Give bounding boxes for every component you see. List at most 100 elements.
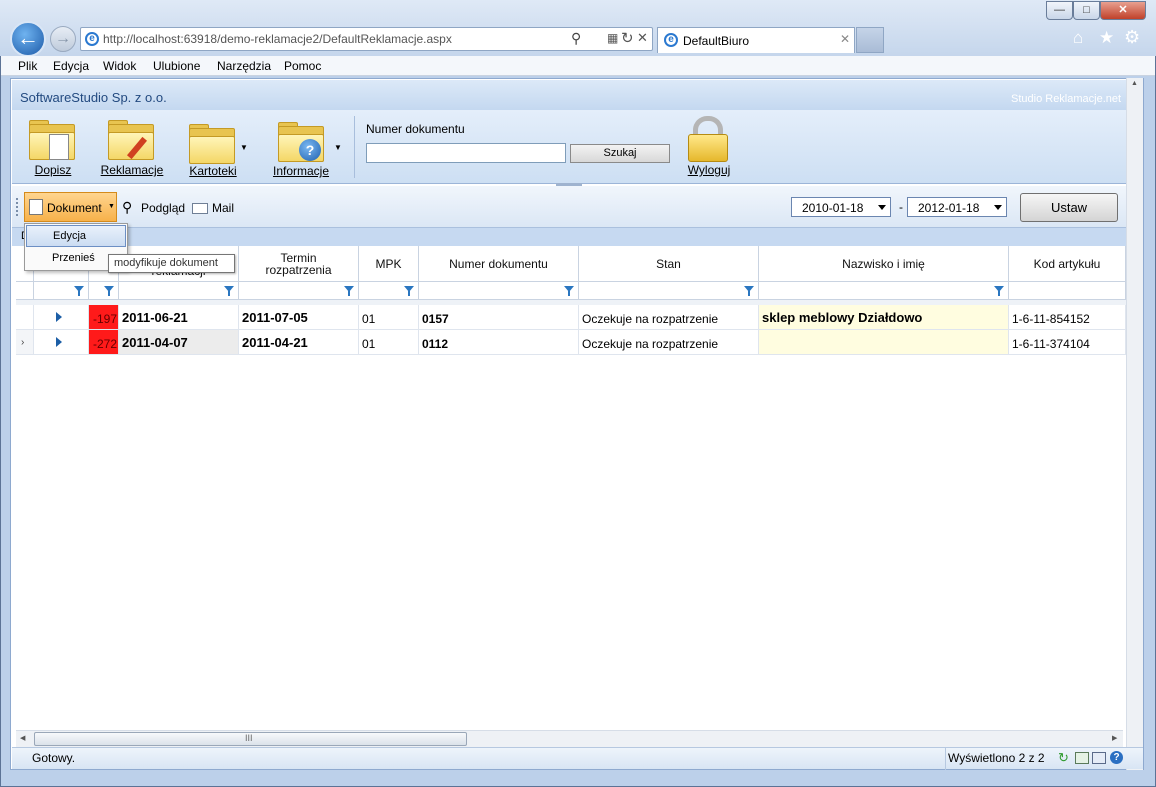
print-icon[interactable] xyxy=(1092,752,1106,764)
menu-item-przenies[interactable]: Przenieś xyxy=(26,249,106,269)
item-code: 1-6-11-374104 xyxy=(1009,330,1126,355)
item-code: 1-6-11-854152 xyxy=(1009,305,1126,330)
brand-label: Studio Reklamacje.net xyxy=(1011,93,1122,105)
mail-icon[interactable] xyxy=(192,203,208,214)
filter-cell[interactable] xyxy=(579,282,759,300)
vertical-scrollbar[interactable]: ▲ ▼ xyxy=(1126,78,1143,770)
status: Oczekuje na rozpatrzenie xyxy=(579,305,759,330)
address-bar[interactable]: e http://localhost:63918/demo-reklamacje… xyxy=(80,27,653,51)
header-item-code[interactable]: Kod artykułu xyxy=(1009,246,1126,282)
stop-icon[interactable]: ✕ xyxy=(637,30,648,46)
filter-cell[interactable] xyxy=(1009,282,1126,300)
refresh-icon[interactable]: ↻ xyxy=(621,29,634,47)
filter-icon[interactable] xyxy=(404,286,414,296)
table-row[interactable]: › -272 2011-04-07 2011-04-21 01 0112 Ocz… xyxy=(16,330,1126,355)
logout-label: Wyloguj xyxy=(687,163,731,177)
reklamacje-button[interactable]: Reklamacje xyxy=(96,118,168,177)
date-to-select[interactable]: 2012-01-18 xyxy=(907,197,1007,217)
document-menu-button[interactable]: Dokument ▼ xyxy=(24,192,117,222)
export-icon[interactable] xyxy=(1075,752,1089,764)
search-button[interactable]: Szukaj xyxy=(570,144,670,163)
filter-icon[interactable] xyxy=(74,286,84,296)
header-mpk[interactable]: MPK xyxy=(359,246,419,282)
home-icon[interactable]: ⌂ xyxy=(1073,28,1083,48)
folder-icon xyxy=(189,124,235,164)
filter-icon[interactable] xyxy=(104,286,114,296)
informacje-button[interactable]: ? ▼ Informacje xyxy=(268,118,344,178)
header-status[interactable]: Stan xyxy=(579,246,759,282)
date-separator: - xyxy=(899,200,903,214)
logout-button[interactable]: Wyloguj xyxy=(684,116,734,178)
filter-cell[interactable] xyxy=(89,282,119,300)
scroll-up-icon[interactable]: ▲ xyxy=(1131,80,1138,87)
menu-edycja[interactable]: Edycja xyxy=(53,59,89,73)
filter-cell[interactable] xyxy=(34,282,89,300)
filter-icon[interactable] xyxy=(224,286,234,296)
favorites-star-icon[interactable]: ★ xyxy=(1099,28,1114,48)
date-from-select[interactable]: 2010-01-18 xyxy=(791,197,891,217)
filter-cell[interactable] xyxy=(239,282,359,300)
deadline: 2011-04-21 xyxy=(239,330,359,355)
filter-cell[interactable] xyxy=(419,282,579,300)
informacje-label: Informacje xyxy=(272,164,330,178)
status-divider xyxy=(945,748,946,770)
doc-number-input[interactable] xyxy=(366,143,566,163)
filter-icon[interactable] xyxy=(994,286,1004,296)
filter-icon[interactable] xyxy=(344,286,354,296)
horizontal-scroll-thumb[interactable]: III xyxy=(34,732,467,746)
row-indicator: › xyxy=(16,330,34,355)
help-icon[interactable]: ? xyxy=(1110,751,1123,764)
date-claim: 2011-06-21 xyxy=(119,305,239,330)
chevron-down-icon xyxy=(878,205,886,210)
dopisz-button[interactable]: Dopisz xyxy=(26,118,80,177)
close-button[interactable]: ✕ xyxy=(1100,1,1146,20)
row-expand[interactable] xyxy=(34,330,89,355)
filter-cell[interactable] xyxy=(359,282,419,300)
preview-label[interactable]: Podgląd xyxy=(141,201,185,215)
expand-arrow-icon[interactable] xyxy=(56,312,62,322)
grid-status-bar: Gotowy. Wyświetlono 2 z 2 ↻ ? xyxy=(12,747,1143,770)
back-button[interactable]: ← xyxy=(10,21,46,57)
scroll-right-icon[interactable]: ▶ xyxy=(1112,734,1117,742)
customer-name xyxy=(759,330,1009,355)
expand-arrow-icon[interactable] xyxy=(56,337,62,347)
filter-cell[interactable] xyxy=(759,282,1009,300)
chevron-down-icon: ▼ xyxy=(240,143,248,152)
menu-ulubione[interactable]: Ulubione xyxy=(153,59,200,73)
date-claim: 2011-04-07 xyxy=(119,330,239,355)
tools-gear-icon[interactable]: ⚙ xyxy=(1124,27,1140,48)
mail-label[interactable]: Mail xyxy=(212,201,234,215)
compatibility-icon[interactable]: ▦ xyxy=(607,31,618,45)
forward-button[interactable]: → xyxy=(50,26,76,52)
menu-plik[interactable]: Plik xyxy=(18,59,37,73)
new-tab-button[interactable] xyxy=(856,27,884,53)
tab-close-icon[interactable]: ✕ xyxy=(840,32,850,46)
magnifier-icon[interactable]: ⚲ xyxy=(122,199,132,216)
row-indicator xyxy=(16,305,34,330)
maximize-button[interactable]: □ xyxy=(1073,1,1100,20)
document-edit-icon xyxy=(29,199,43,215)
scroll-left-icon[interactable]: ◀ xyxy=(20,734,25,742)
menu-widok[interactable]: Widok xyxy=(103,59,136,73)
kartoteki-button[interactable]: ▼ Kartoteki xyxy=(185,118,249,178)
folder-edit-icon xyxy=(108,120,154,160)
filter-icon[interactable] xyxy=(744,286,754,296)
refresh-icon[interactable]: ↻ xyxy=(1058,750,1069,766)
apply-button[interactable]: Ustaw xyxy=(1020,193,1118,222)
header-deadline[interactable]: Termin rozpatrzenia xyxy=(239,246,359,282)
menu-item-edycja[interactable]: Edycja xyxy=(26,225,126,247)
reklamacje-label: Reklamacje xyxy=(100,163,164,177)
filter-cell[interactable] xyxy=(119,282,239,300)
menu-pomoc[interactable]: Pomoc xyxy=(284,59,321,73)
header-doc-number[interactable]: Numer dokumentu xyxy=(419,246,579,282)
browser-tab[interactable]: e DefaultBiuro ✕ xyxy=(657,27,855,53)
row-expand[interactable] xyxy=(34,305,89,330)
status: Oczekuje na rozpatrzenie xyxy=(579,330,759,355)
ie-page-icon: e xyxy=(85,32,99,46)
table-row[interactable]: -197 2011-06-21 2011-07-05 01 0157 Oczek… xyxy=(16,305,1126,330)
menu-narzedzia[interactable]: Narzędzia xyxy=(217,59,271,73)
filter-icon[interactable] xyxy=(564,286,574,296)
search-icon[interactable]: ⚲ xyxy=(571,30,581,47)
minimize-button[interactable]: — xyxy=(1046,1,1073,20)
header-name[interactable]: Nazwisko i imię xyxy=(759,246,1009,282)
